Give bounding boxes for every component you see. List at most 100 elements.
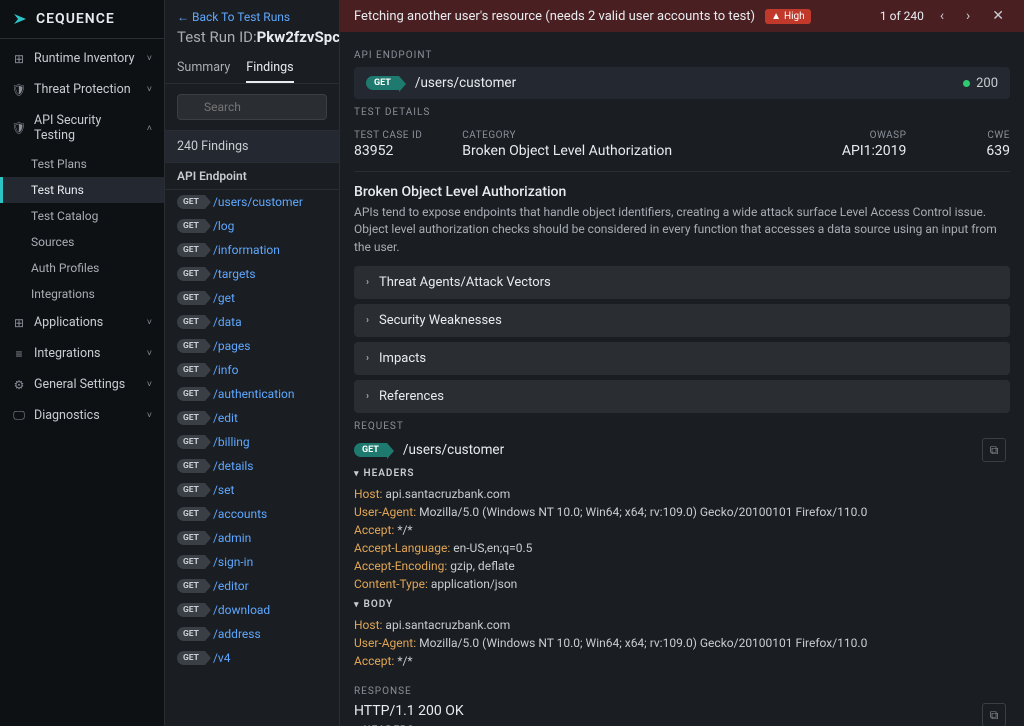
method-badge: GET [177, 387, 205, 401]
nav-sub-sources[interactable]: Sources [0, 229, 164, 255]
search-input[interactable] [177, 94, 327, 120]
endpoint-banner: GET /users/customer 200 [354, 67, 1010, 99]
endpoint-path: /users/customer [213, 195, 303, 209]
close-button[interactable]: ✕ [986, 8, 1010, 24]
chevron-right-icon: › [366, 353, 369, 364]
column-header-endpoint: API Endpoint [165, 163, 339, 190]
request-headers-toggle[interactable]: ▾HEADERS [354, 468, 1010, 479]
endpoint-row[interactable]: GET/admin [165, 526, 339, 550]
endpoint-row[interactable]: GET/sign-in [165, 550, 339, 574]
endpoint-row[interactable]: GET/targets [165, 262, 339, 286]
endpoint-path: /address [213, 627, 261, 641]
nav-label: Runtime Inventory [34, 51, 134, 66]
endpoint-row[interactable]: GET/edit [165, 406, 339, 430]
nav-sub-test-plans[interactable]: Test Plans [0, 151, 164, 177]
endpoint-row[interactable]: GET/get [165, 286, 339, 310]
endpoint-path: /targets [213, 267, 256, 281]
endpoint-row[interactable]: GET/details [165, 454, 339, 478]
nav-item-runtime-inventory[interactable]: ⊞Runtime Inventory˅ [0, 43, 164, 74]
endpoint-row[interactable]: GET/v4 [165, 646, 339, 670]
nav-item-integrations[interactable]: ≡Integrations˅ [0, 338, 164, 369]
test-run-id: Test Run ID:Pkw2fzvSpc [165, 28, 339, 54]
endpoint-path: /info [213, 363, 239, 377]
nav-item-threat-protection[interactable]: 🛡Threat Protection˅ [0, 74, 164, 105]
endpoint-path: /log [213, 219, 234, 233]
test-case-id: 83952 [354, 143, 422, 159]
nav-sub-auth-profiles[interactable]: Auth Profiles [0, 255, 164, 281]
accordion-impacts[interactable]: ›Impacts [354, 342, 1010, 375]
copy-response-button[interactable]: ⧉ [982, 703, 1006, 726]
tab-summary[interactable]: Summary [177, 54, 230, 83]
endpoint-path: /edit [213, 411, 238, 425]
endpoint-row[interactable]: GET/data [165, 310, 339, 334]
endpoint-path: /users/customer [415, 75, 516, 91]
nav-label: API Security Testing [34, 113, 139, 143]
alert-title: Fetching another user's resource (needs … [354, 9, 755, 24]
endpoint-path: /authentication [213, 387, 295, 401]
endpoint-row[interactable]: GET/editor [165, 574, 339, 598]
request-body-toggle[interactable]: ▾BODY [354, 599, 1010, 610]
method-pill: GET [366, 76, 399, 90]
chevron-up-icon: ˄ [147, 123, 152, 134]
accordion-label: References [379, 389, 444, 404]
method-badge: GET [177, 339, 205, 353]
nav-item-applications[interactable]: ⊞Applications˅ [0, 307, 164, 338]
nav-icon: ⊞ [12, 316, 26, 330]
nav-icon: 🖵 [12, 408, 26, 423]
endpoint-path: /download [213, 603, 270, 617]
endpoint-row[interactable]: GET/address [165, 622, 339, 646]
next-button[interactable]: › [960, 8, 976, 24]
chevron-down-icon: ˅ [147, 84, 152, 95]
section-request: REQUEST [354, 421, 1010, 432]
nav-icon: ≡ [12, 347, 26, 361]
endpoint-path: /set [213, 483, 234, 497]
accordion-label: Security Weaknesses [379, 313, 502, 328]
endpoint-path: /admin [213, 531, 251, 545]
endpoint-row[interactable]: GET/log [165, 214, 339, 238]
back-link[interactable]: Back To Test Runs [165, 0, 339, 28]
endpoint-row[interactable]: GET/pages [165, 334, 339, 358]
endpoint-path: /information [213, 243, 280, 257]
header-line: Accept-Language: en-US,en;q=0.5 [354, 539, 1010, 557]
nav-item-api-security-testing[interactable]: 🛡API Security Testing˄ [0, 105, 164, 151]
chevron-down-icon: ˅ [147, 379, 152, 390]
endpoint-row[interactable]: GET/authentication [165, 382, 339, 406]
accordion-security-weaknesses[interactable]: ›Security Weaknesses [354, 304, 1010, 337]
chevron-down-icon: ˅ [147, 348, 152, 359]
endpoint-row[interactable]: GET/accounts [165, 502, 339, 526]
endpoint-list: GET/users/customerGET/logGET/information… [165, 190, 339, 726]
section-response: RESPONSE [354, 686, 1010, 697]
prev-button[interactable]: ‹ [934, 8, 950, 24]
accordion-references[interactable]: ›References [354, 380, 1010, 413]
alert-bar: Fetching another user's resource (needs … [340, 0, 1024, 32]
header-line: Accept-Encoding: gzip, deflate [354, 557, 1010, 575]
nav-sub-integrations[interactable]: Integrations [0, 281, 164, 307]
request-method-pill: GET [354, 443, 387, 457]
method-badge: GET [177, 459, 205, 473]
method-badge: GET [177, 507, 205, 521]
vuln-title: Broken Object Level Authorization [354, 184, 1010, 200]
copy-request-button[interactable]: ⧉ [982, 438, 1006, 462]
method-badge: GET [177, 435, 205, 449]
endpoint-row[interactable]: GET/download [165, 598, 339, 622]
endpoint-row[interactable]: GET/set [165, 478, 339, 502]
nav-item-general-settings[interactable]: ⚙General Settings˅ [0, 369, 164, 400]
method-badge: GET [177, 219, 205, 233]
nav-sub-test-runs[interactable]: Test Runs [0, 177, 164, 203]
category: Broken Object Level Authorization [462, 143, 672, 159]
section-api-endpoint: API ENDPOINT [354, 50, 1010, 61]
endpoint-row[interactable]: GET/billing [165, 430, 339, 454]
accordion-threat-agents-attack-vectors[interactable]: ›Threat Agents/Attack Vectors [354, 266, 1010, 299]
endpoint-row[interactable]: GET/users/customer [165, 190, 339, 214]
nav-sub-test-catalog[interactable]: Test Catalog [0, 203, 164, 229]
method-badge: GET [177, 195, 205, 209]
tab-findings[interactable]: Findings [246, 54, 293, 83]
detail-panel: Fetching another user's resource (needs … [340, 0, 1024, 726]
nav-item-diagnostics[interactable]: 🖵Diagnostics˅ [0, 400, 164, 431]
header-line: Accept: */* [354, 521, 1010, 539]
nav-icon: 🛡 [12, 83, 26, 97]
endpoint-path: /details [213, 459, 254, 473]
method-badge: GET [177, 579, 205, 593]
endpoint-row[interactable]: GET/info [165, 358, 339, 382]
endpoint-row[interactable]: GET/information [165, 238, 339, 262]
